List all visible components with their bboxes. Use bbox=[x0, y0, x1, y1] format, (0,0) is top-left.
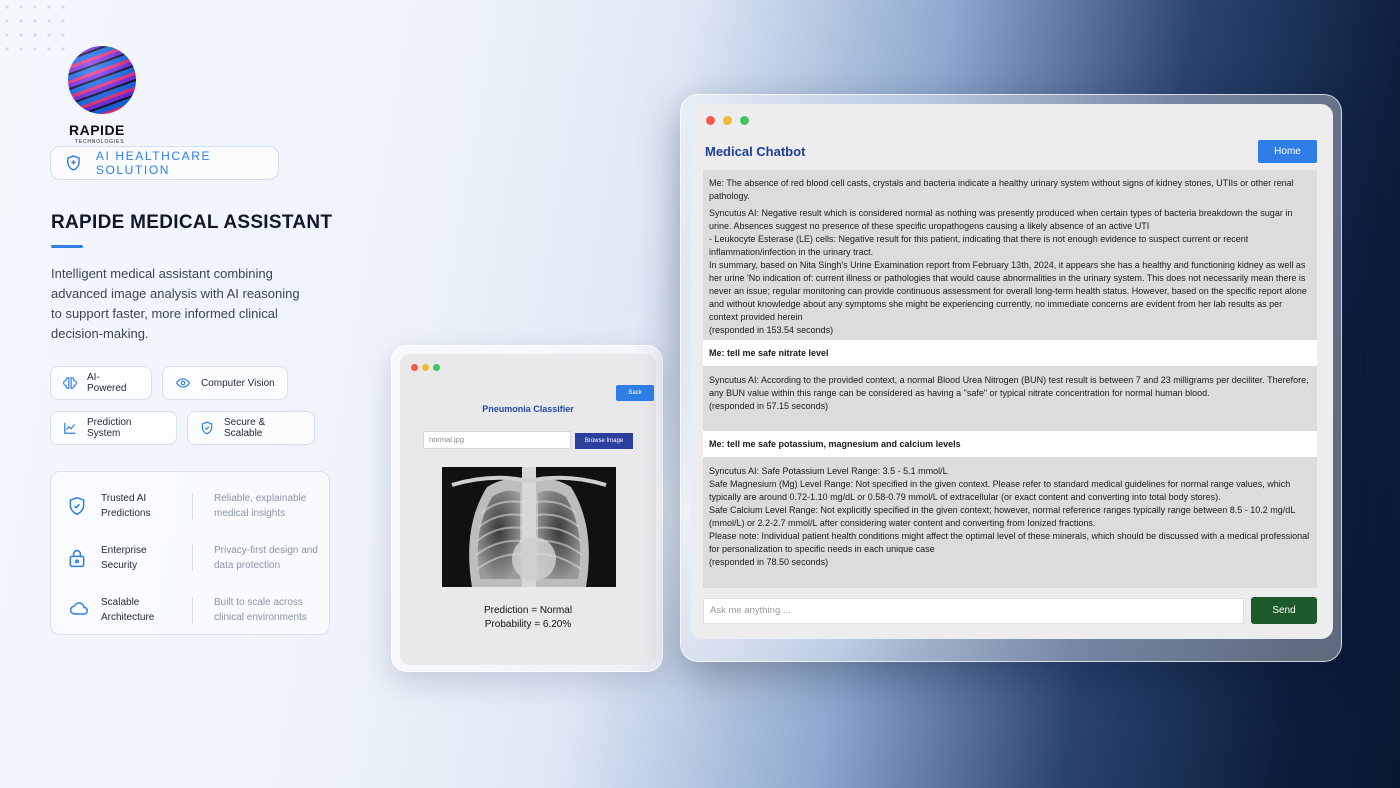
message-line: Syncutus AI: Negative result which is co… bbox=[709, 208, 1293, 231]
home-button[interactable]: Home bbox=[1258, 140, 1317, 163]
chatbot-window: Medical Chatbot Home Me: The absence of … bbox=[691, 104, 1333, 639]
eye-icon bbox=[175, 378, 191, 388]
classifier-window: Back Pneumonia Classifier normal.jpg Bro… bbox=[400, 354, 656, 665]
feature-title: Enterprise Security bbox=[101, 545, 147, 571]
chatbot-header: Medical Chatbot Home bbox=[691, 132, 1333, 168]
maximize-dot[interactable] bbox=[433, 364, 440, 371]
page-title: RAPIDE MEDICAL ASSISTANT bbox=[51, 212, 333, 233]
feature-enterprise-security: Enterprise Security Privacy-first design… bbox=[51, 541, 331, 581]
probability-label: Probability = 6.20% bbox=[484, 619, 572, 630]
close-dot[interactable] bbox=[411, 364, 418, 371]
message-line: In summary, based on Nita Singh's Urine … bbox=[709, 260, 1307, 322]
rapide-logo bbox=[68, 46, 136, 114]
classifier-window-frame: Back Pneumonia Classifier normal.jpg Bro… bbox=[391, 345, 663, 672]
message-line: Me: tell me safe nitrate level bbox=[709, 348, 829, 358]
browse-image-button[interactable]: Browse Image bbox=[575, 433, 633, 449]
pill-label: AI HEALTHCARE SOLUTION bbox=[95, 149, 212, 177]
tag-ai-powered: AI-Powered bbox=[50, 366, 152, 400]
healthcare-pill: AI HEALTHCARE SOLUTION bbox=[50, 146, 279, 180]
back-button[interactable]: Back bbox=[616, 385, 654, 401]
minimize-dot[interactable] bbox=[422, 364, 429, 371]
close-dot[interactable] bbox=[706, 116, 715, 125]
send-button[interactable]: Send bbox=[1251, 597, 1317, 624]
message-line: Me: tell me safe potassium, magnesium an… bbox=[709, 439, 961, 449]
brain-icon bbox=[63, 377, 77, 389]
message-line: Please note: Individual patient health c… bbox=[709, 531, 1310, 554]
shield-check-icon bbox=[69, 496, 85, 516]
message-line: Me: The absence of red blood cell casts,… bbox=[709, 178, 1294, 201]
chart-line-icon bbox=[64, 422, 76, 434]
lock-icon bbox=[69, 549, 85, 568]
tag-prediction-system: Prediction System bbox=[50, 411, 177, 445]
feature-desc: Built to scale across clinical environme… bbox=[214, 597, 307, 623]
tag-label: Computer Vision bbox=[201, 377, 275, 389]
chatbot-window-frame: Medical Chatbot Home Me: The absence of … bbox=[680, 94, 1342, 662]
features-panel: Trusted AI Predictions Reliable, explain… bbox=[50, 471, 330, 635]
message-line: (responded in 57.15 seconds) bbox=[709, 401, 829, 411]
message-line: Safe Magnesium (Mg) Level Range: Not spe… bbox=[709, 479, 1291, 502]
tag-label: Secure & Scalable bbox=[224, 417, 266, 439]
brand-subname: TECHNOLOGIES bbox=[75, 139, 125, 145]
message-line: Safe Calcium Level Range: Not explicitly… bbox=[709, 505, 1295, 528]
prediction-result: Prediction = Normal Probability = 6.20% bbox=[400, 604, 656, 632]
xray-image bbox=[442, 467, 616, 587]
classifier-title: Pneumonia Classifier bbox=[482, 404, 574, 414]
message-line: - Leukocyte Esterase (LE) cells: Negativ… bbox=[709, 234, 1249, 257]
minimize-dot[interactable] bbox=[723, 116, 732, 125]
feature-scalable-architecture: Scalable Architecture Built to scale acr… bbox=[51, 593, 331, 633]
chat-history[interactable]: Me: The absence of red blood cell casts,… bbox=[703, 170, 1317, 588]
chatbot-title: Medical Chatbot bbox=[705, 144, 806, 159]
brand-name: RAPIDE bbox=[69, 122, 125, 138]
feature-divider bbox=[192, 597, 193, 623]
feature-desc: Privacy-first design and data protection bbox=[214, 545, 318, 571]
tag-label: Prediction System bbox=[87, 417, 132, 439]
message-line: Syncutus AI: Safe Potassium Level Range:… bbox=[709, 466, 948, 476]
prediction-label: Prediction = Normal bbox=[483, 605, 573, 616]
message-line: Syncutus AI: According to the provided c… bbox=[709, 375, 1309, 398]
ask-input[interactable]: Ask me anything ... bbox=[703, 598, 1244, 624]
shield-check-icon bbox=[201, 421, 213, 435]
feature-trusted-ai: Trusted AI Predictions Reliable, explain… bbox=[51, 489, 331, 529]
file-input[interactable]: normal.jpg bbox=[423, 431, 571, 449]
feature-divider bbox=[192, 493, 193, 519]
message-line: (responded in 153.54 seconds) bbox=[709, 325, 834, 335]
maximize-dot[interactable] bbox=[740, 116, 749, 125]
chat-message-me: Me: tell me safe nitrate level bbox=[703, 340, 1317, 366]
decorative-dots bbox=[0, 0, 70, 60]
feature-title: Trusted AI Predictions bbox=[101, 493, 151, 519]
feature-divider bbox=[192, 545, 193, 571]
chat-message-ai: Syncutus AI: According to the provided c… bbox=[703, 368, 1317, 428]
feature-title: Scalable Architecture bbox=[101, 597, 155, 623]
message-line: (responded in 78.50 seconds) bbox=[709, 557, 829, 567]
page-description: Intelligent medical assistant combining … bbox=[51, 266, 300, 341]
tag-secure-scalable: Secure & Scalable bbox=[187, 411, 315, 445]
tag-label: AI-Powered bbox=[87, 372, 127, 394]
chat-message-me: Me: tell me safe potassium, magnesium an… bbox=[703, 431, 1317, 457]
tag-computer-vision: Computer Vision bbox=[162, 366, 288, 400]
feature-desc: Reliable, explainable medical insights bbox=[214, 493, 307, 519]
chat-message-ai: Me: The absence of red blood cell casts,… bbox=[703, 173, 1317, 336]
chat-message-ai: Syncutus AI: Safe Potassium Level Range:… bbox=[703, 459, 1317, 585]
cloud-icon bbox=[69, 602, 88, 615]
title-underline bbox=[51, 245, 83, 248]
shield-plus-icon bbox=[67, 155, 80, 171]
